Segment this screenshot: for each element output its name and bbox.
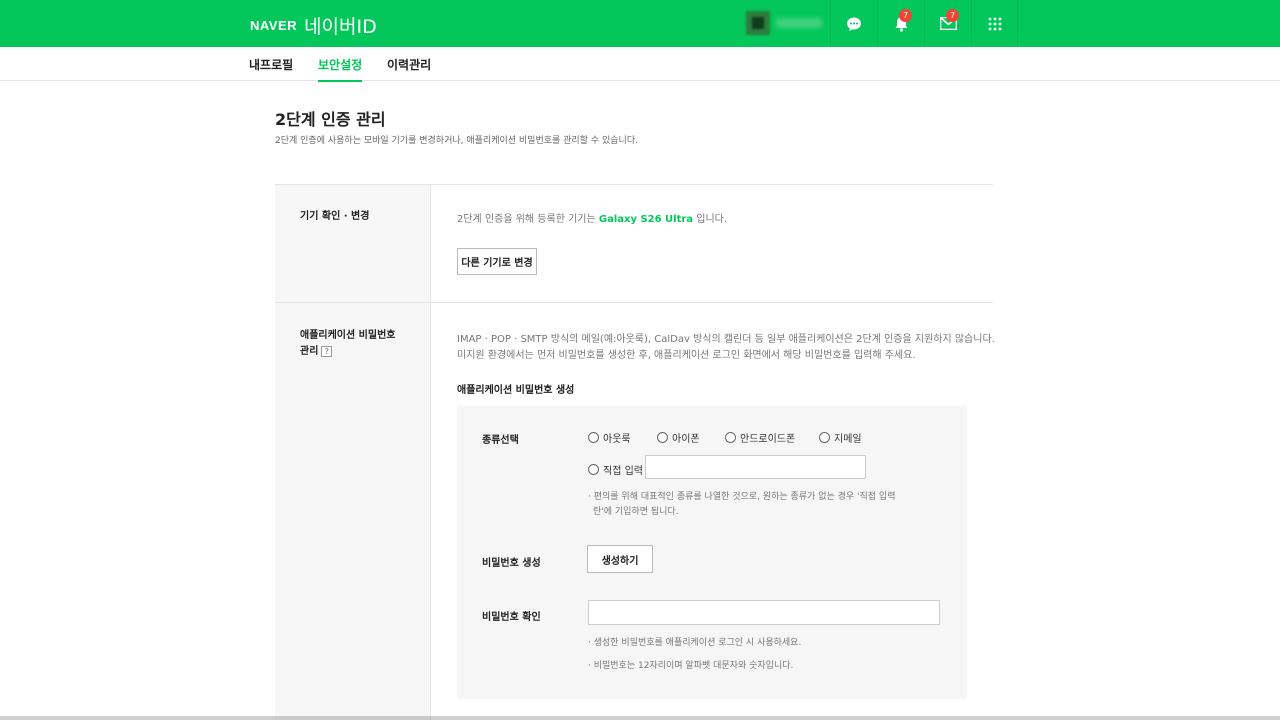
device-section-label-column: 기기 확인 · 변경 [275,185,431,303]
app-password-label-line1: 애플리케이션 비밀번호 [300,330,396,341]
page-title: 2단계 인증 관리 [275,110,386,129]
radio-gmail[interactable]: 지메일 [819,430,862,445]
generate-password-button[interactable]: 생성하기 [587,545,653,573]
radio-android-label: 안드로이드폰 [740,434,796,445]
tab-my-profile[interactable]: 내프로필 [249,56,293,73]
type-select-note: · 편의를 위해 대표적인 종류를 나열한 것으로, 원하는 종류가 없는 경우… [588,490,896,520]
radio-outlook[interactable]: 아웃룩 [588,430,631,445]
mail-count-badge: 7 [946,9,959,22]
radio-circle-icon [588,464,599,475]
radio-iphone-label: 아이폰 [672,434,700,445]
type-note-line1: · 편의를 위해 대표적인 종류를 나열한 것으로, 원하는 종류가 없는 경우… [588,492,896,502]
tab-history[interactable]: 이력관리 [387,56,431,73]
device-info-text: 2단계 인증을 위해 등록한 기기는 Galaxy S26 Ultra 입니다. [457,210,727,225]
tab-security-settings[interactable]: 보안설정 [318,56,363,82]
device-section: 기기 확인 · 변경 [275,184,993,303]
password-confirm-field[interactable] [588,600,940,625]
radio-android[interactable]: 안드로이드폰 [725,430,795,445]
chat-bubble-icon [847,17,861,31]
app-password-section-label: 애플리케이션 비밀번호 관리? [300,328,395,360]
radio-circle-icon [819,432,830,443]
change-device-button[interactable]: 다른 기기로 변경 [457,248,537,275]
radio-outlook-label: 아웃룩 [603,434,631,445]
notification-button[interactable]: 7 [877,0,924,47]
radio-custom-label: 직접 입력 [603,466,643,477]
naver-id-title: 네이버ID [304,16,377,38]
app-password-label-line2: 관리 [300,346,319,357]
password-note-1: · 생성한 비밀번호를 애플리케이션 로그인 시 사용하세요. [588,638,802,648]
page-description: 2단계 인증에 사용하는 모바일 기기를 변경하거나, 애플리케이션 비밀번호를… [275,136,638,146]
radio-circle-icon [588,432,599,443]
radio-circle-icon [725,432,736,443]
custom-type-input[interactable] [645,455,866,479]
app-password-label-column: 애플리케이션 비밀번호 관리? [275,303,431,720]
help-icon[interactable]: ? [321,345,333,357]
talk-button[interactable] [830,0,877,47]
naver-id-logo[interactable]: NAVER 네이버ID [250,12,377,39]
top-header: NAVER 네이버ID 7 7 [0,0,1280,47]
profile-avatar-blurred[interactable] [746,11,822,35]
naver-logo-text: NAVER [250,18,298,33]
device-info-prefix: 2단계 인증을 위해 등록한 기기는 [457,214,599,225]
radio-custom-input[interactable]: 직접 입력 [588,462,643,477]
app-password-description-2: 미지원 환경에서는 먼저 비밀번호를 생성한 후, 애플리케이션 로그인 화면에… [457,350,916,361]
radio-iphone[interactable]: 아이폰 [657,430,700,445]
app-password-create-heading: 애플리케이션 비밀번호 생성 [457,385,575,396]
type-select-label: 종류선택 [482,435,519,446]
device-section-label: 기기 확인 · 변경 [300,211,370,222]
app-menu-button[interactable] [971,0,1018,47]
type-note-line2: 란'에 기입하면 됩니다. [593,507,679,517]
mail-button[interactable]: 7 [924,0,971,47]
radio-gmail-label: 지메일 [834,434,862,445]
sub-navigation: 내프로필 보안설정 이력관리 [0,47,1280,82]
grid-menu-icon [988,17,1001,30]
device-info-suffix: 입니다. [693,214,728,225]
radio-circle-icon [657,432,668,443]
window-bottom-edge [0,716,1280,720]
app-password-description-1: IMAP · POP · SMTP 방식의 메일(예:아웃룩), CalDav … [457,334,995,345]
registered-device-name: Galaxy S26 Ultra [598,214,694,225]
app-password-form-panel [457,406,967,699]
password-generate-label: 비밀번호 생성 [482,558,541,569]
notification-count-badge: 7 [899,9,912,22]
password-confirm-label: 비밀번호 확인 [482,612,541,623]
password-note-2: · 비밀번호는 12자리이며 알파벳 대문자와 숫자입니다. [588,661,794,671]
